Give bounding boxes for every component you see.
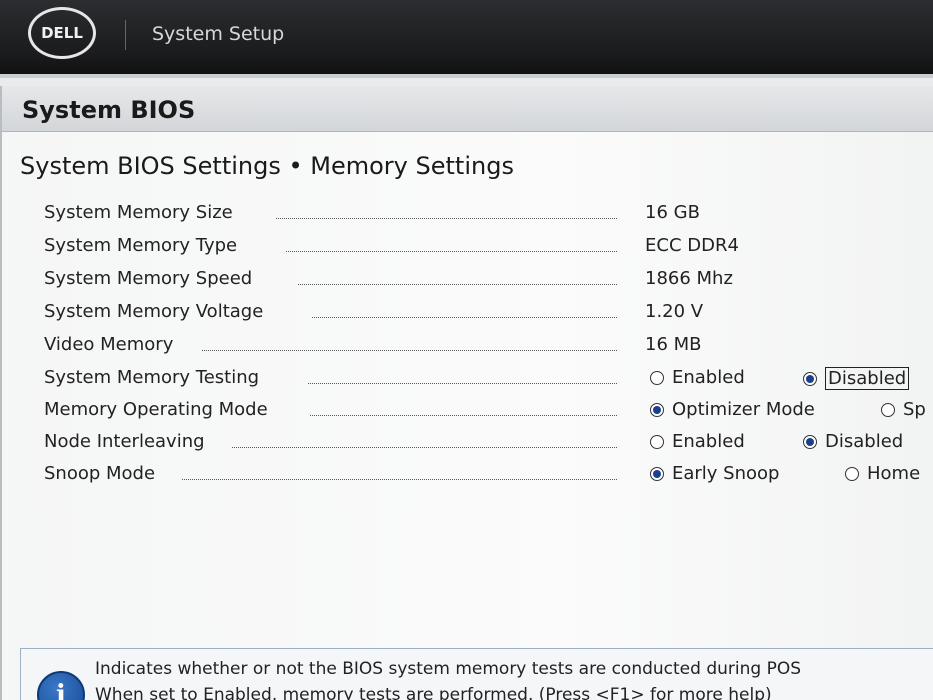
- radio-selected-icon: [650, 402, 664, 417]
- setting-row-memory-voltage: System Memory Voltage 1.20 V: [2, 299, 933, 329]
- app-title: System Setup: [152, 23, 285, 45]
- setting-label: System Memory Testing: [44, 367, 260, 388]
- section-header: System BIOS: [2, 86, 933, 132]
- early-snoop-radio[interactable]: Early Snoop: [650, 463, 779, 484]
- home-snoop-radio[interactable]: Home: [845, 463, 920, 484]
- setting-label: Memory Operating Mode: [44, 399, 268, 420]
- memory-testing-enabled-radio[interactable]: Enabled: [650, 367, 745, 388]
- help-box: i Indicates whether or not the BIOS syst…: [20, 648, 933, 700]
- dotted-leader: [298, 284, 617, 285]
- setting-value: ECC DDR4: [645, 235, 739, 256]
- setting-label: System Memory Type: [44, 235, 238, 256]
- node-interleaving-enabled-radio[interactable]: Enabled: [650, 431, 745, 452]
- dotted-leader: [202, 350, 617, 351]
- setting-label: Video Memory: [44, 334, 174, 355]
- setting-row-snoop-mode: Snoop Mode Early Snoop Home: [2, 461, 933, 491]
- main-panel: System BIOS System BIOS Settings • Memor…: [0, 86, 933, 700]
- spare-mode-radio[interactable]: Sp: [881, 399, 926, 420]
- setting-row-memory-testing: System Memory Testing Enabled Disabled: [2, 365, 933, 395]
- radio-selected-icon: [803, 434, 817, 449]
- info-icon: i: [37, 671, 85, 700]
- radio-icon: [881, 402, 895, 417]
- setting-label: System Memory Speed: [44, 268, 253, 289]
- top-bar: DELL System Setup: [0, 0, 933, 78]
- help-text-line-1: Indicates whether or not the BIOS system…: [95, 659, 801, 679]
- dotted-leader: [310, 415, 617, 416]
- setting-row-memory-size: System Memory Size 16 GB: [2, 200, 933, 230]
- setting-row-node-interleaving: Node Interleaving Enabled Disabled: [2, 429, 933, 459]
- dell-logo-icon: DELL: [28, 7, 96, 59]
- setting-value: 16 GB: [645, 202, 700, 223]
- section-title: System BIOS: [22, 96, 196, 124]
- setting-row-memory-speed: System Memory Speed 1866 Mhz: [2, 266, 933, 296]
- dotted-leader: [182, 479, 617, 480]
- radio-selected-icon: [803, 371, 817, 386]
- dotted-leader: [232, 447, 617, 448]
- dotted-leader: [308, 383, 617, 384]
- setting-label: System Memory Voltage: [44, 301, 264, 322]
- setting-value: 1866 Mhz: [645, 268, 733, 289]
- help-text-line-2: When set to Enabled, memory tests are pe…: [95, 685, 772, 700]
- radio-icon: [650, 434, 664, 449]
- setting-label: System Memory Size: [44, 202, 233, 223]
- radio-icon: [845, 466, 859, 481]
- header-divider: [125, 20, 126, 50]
- setting-row-memory-operating-mode: Memory Operating Mode Optimizer Mode Sp: [2, 397, 933, 427]
- dotted-leader: [312, 317, 617, 318]
- setting-row-video-memory: Video Memory 16 MB: [2, 332, 933, 362]
- setting-value: 1.20 V: [645, 301, 704, 322]
- setting-label: Snoop Mode: [44, 463, 156, 484]
- radio-icon: [650, 370, 664, 385]
- dotted-leader: [276, 218, 617, 219]
- setting-row-memory-type: System Memory Type ECC DDR4: [2, 233, 933, 263]
- dotted-leader: [286, 251, 617, 252]
- radio-selected-icon: [650, 466, 664, 481]
- page-title: System BIOS Settings • Memory Settings: [20, 152, 514, 180]
- setting-value: 16 MB: [645, 334, 702, 355]
- setting-label: Node Interleaving: [44, 431, 205, 452]
- node-interleaving-disabled-radio[interactable]: Disabled: [803, 431, 903, 452]
- memory-testing-disabled-radio[interactable]: Disabled: [803, 367, 910, 390]
- optimizer-mode-radio[interactable]: Optimizer Mode: [650, 399, 815, 420]
